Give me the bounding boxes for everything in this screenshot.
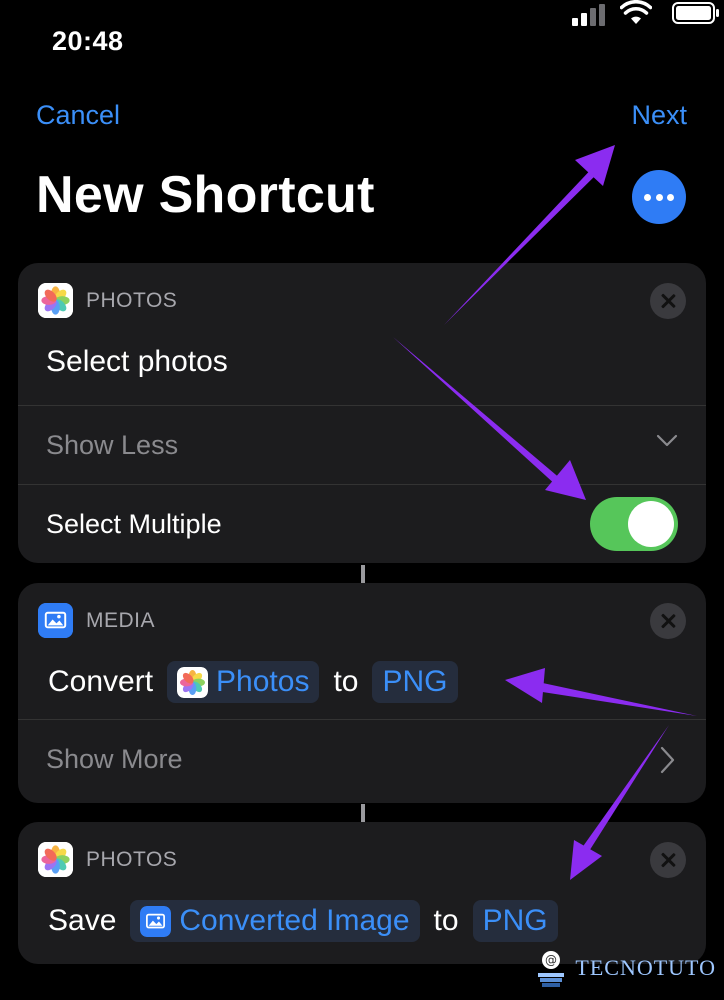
photos-app-icon bbox=[177, 666, 209, 698]
card-header: MEDIA bbox=[18, 583, 706, 657]
flow-connector bbox=[361, 565, 365, 583]
photos-app-icon bbox=[38, 283, 73, 318]
card-app-label: MEDIA bbox=[86, 609, 156, 632]
format-token[interactable]: PNG bbox=[372, 661, 458, 703]
select-multiple-label: Select Multiple bbox=[46, 508, 222, 539]
format-token-label: PNG bbox=[382, 665, 448, 698]
ellipsis-icon bbox=[644, 194, 651, 201]
remove-action-button[interactable] bbox=[650, 842, 686, 878]
action-title[interactable]: Select photos bbox=[18, 329, 706, 395]
input-token-label: Converted Image bbox=[179, 904, 410, 937]
connector-word: to bbox=[333, 665, 359, 698]
input-token[interactable]: Photos bbox=[167, 661, 320, 703]
cellular-signal-icon bbox=[572, 4, 606, 26]
show-more-row[interactable]: Show More bbox=[18, 719, 706, 798]
status-time: 20:48 bbox=[52, 26, 124, 56]
card-app-label: PHOTOS bbox=[86, 848, 178, 871]
wifi-icon bbox=[620, 0, 652, 24]
watermark: @ TECNOTUTO bbox=[533, 948, 716, 988]
page-title: New Shortcut bbox=[36, 166, 375, 224]
select-multiple-row: Select Multiple bbox=[18, 484, 706, 563]
battery-icon bbox=[672, 2, 719, 24]
remove-action-button[interactable] bbox=[650, 603, 686, 639]
connector-word: to bbox=[433, 904, 459, 937]
input-token[interactable]: Converted Image bbox=[130, 900, 420, 942]
status-bar: 20:48 bbox=[0, 0, 724, 90]
svg-text:@: @ bbox=[545, 953, 557, 967]
cancel-button[interactable]: Cancel bbox=[36, 100, 120, 131]
select-multiple-toggle[interactable] bbox=[590, 497, 678, 551]
chevron-right-icon bbox=[660, 746, 675, 774]
chevron-down-icon bbox=[656, 434, 678, 447]
action-card-save: PHOTOS Save Converted Image to PNG bbox=[18, 822, 706, 964]
action-card-select-photos: PHOTOS Select photos Show Less Select Mu… bbox=[18, 263, 706, 563]
action-verb: Convert bbox=[48, 665, 154, 698]
save-action-row: Save Converted Image to PNG bbox=[18, 888, 706, 954]
convert-action-row: Convert Photos to PNG bbox=[18, 649, 706, 715]
flow-connector bbox=[361, 804, 365, 822]
card-app-label: PHOTOS bbox=[86, 289, 178, 312]
format-token-label: PNG bbox=[482, 904, 548, 937]
watermark-text: TECNOTUTO bbox=[575, 955, 716, 980]
photos-app-icon bbox=[38, 842, 73, 877]
next-button[interactable]: Next bbox=[631, 100, 687, 131]
media-app-icon bbox=[38, 603, 73, 638]
card-header: PHOTOS bbox=[18, 263, 706, 337]
card-header: PHOTOS bbox=[18, 822, 706, 896]
input-token-label: Photos bbox=[216, 665, 310, 698]
image-icon bbox=[140, 905, 172, 937]
toggle-knob bbox=[628, 501, 674, 547]
remove-action-button[interactable] bbox=[650, 283, 686, 319]
action-verb: Save bbox=[48, 904, 117, 937]
format-token[interactable]: PNG bbox=[472, 900, 558, 942]
action-card-convert: MEDIA Convert Photos to PNG Show More bbox=[18, 583, 706, 803]
show-less-row[interactable]: Show Less bbox=[18, 405, 706, 484]
show-less-label: Show Less bbox=[46, 429, 179, 460]
show-more-label: Show More bbox=[46, 743, 183, 774]
more-options-button[interactable] bbox=[632, 170, 686, 224]
tecnotuto-logo-icon: @ bbox=[538, 951, 565, 987]
